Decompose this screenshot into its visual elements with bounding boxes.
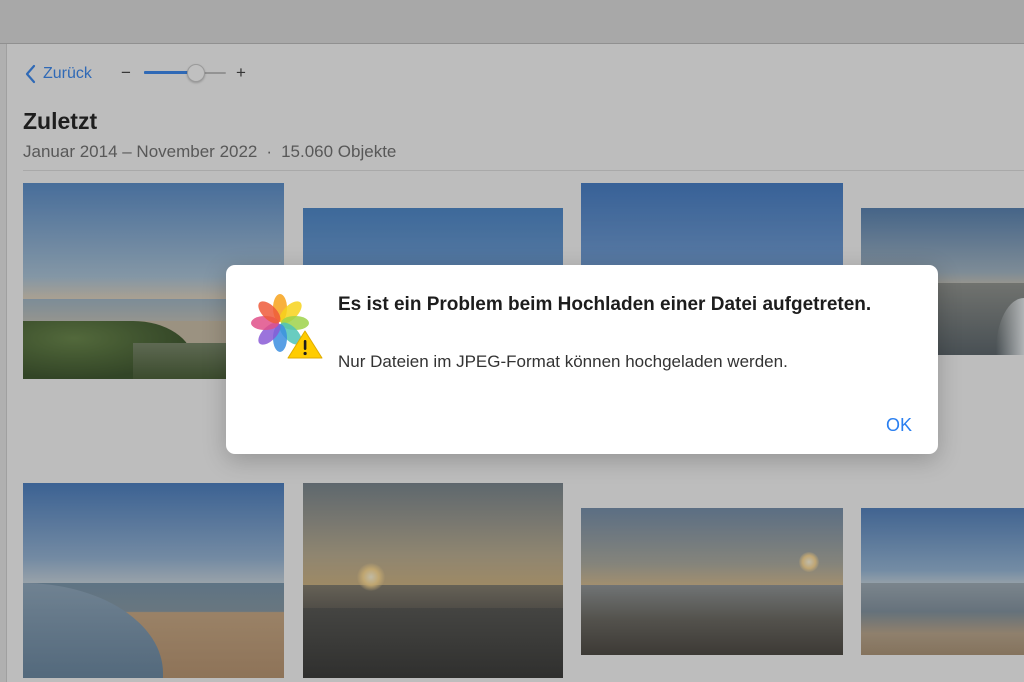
ok-button[interactable]: OK (886, 415, 912, 436)
photos-app-warning-icon (251, 294, 323, 359)
upload-error-dialog: Es ist ein Problem beim Hochladen einer … (226, 265, 938, 454)
dialog-message: Nur Dateien im JPEG-Format können hochge… (338, 352, 788, 371)
dialog-title: Es ist ein Problem beim Hochladen einer … (338, 294, 872, 315)
photos-window: Zurück − + Zuletzt Januar 2014 – Novembe… (0, 0, 1024, 682)
